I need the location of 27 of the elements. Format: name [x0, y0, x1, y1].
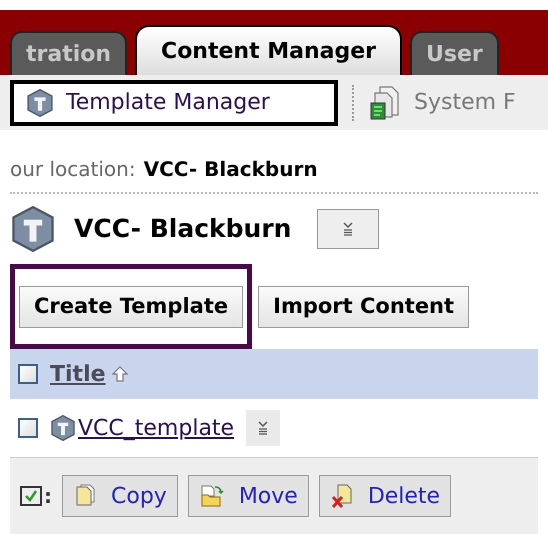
- action-button[interactable]: Import Content: [258, 286, 470, 328]
- checkbox[interactable]: [18, 364, 38, 384]
- action-button[interactable]: Create Template: [19, 286, 244, 328]
- bulk-button[interactable]: Copy: [62, 475, 178, 517]
- up-arrow-icon: [112, 366, 128, 382]
- menu-button[interactable]: [246, 410, 280, 446]
- subnav-item[interactable]: System F: [368, 80, 516, 126]
- tab[interactable]: Content Manager: [135, 25, 402, 75]
- bulk-button[interactable]: Delete: [318, 475, 452, 517]
- hexagon-t-icon: [10, 206, 56, 252]
- location-value: VCC- Blackburn: [144, 156, 318, 183]
- title-column-link[interactable]: Title: [50, 358, 106, 390]
- checkbox[interactable]: [18, 418, 38, 438]
- menu-icon: [256, 421, 270, 435]
- page-cross-icon: [330, 483, 354, 509]
- separator-colon: :: [44, 483, 52, 510]
- hexagon-t-icon: [50, 415, 76, 441]
- tab[interactable]: User: [410, 31, 499, 75]
- page-heading: VCC- Blackburn: [74, 213, 292, 246]
- tab[interactable]: tration: [10, 31, 128, 75]
- hexagon-t-icon: [26, 88, 54, 116]
- folder-arrow-icon: [198, 484, 225, 508]
- location-label: our location:: [10, 156, 136, 183]
- template-link[interactable]: VCC_template: [50, 412, 234, 444]
- subnav-item[interactable]: Template Manager: [10, 80, 338, 126]
- menu-icon: [341, 222, 356, 236]
- bulk-button[interactable]: Move: [188, 475, 309, 517]
